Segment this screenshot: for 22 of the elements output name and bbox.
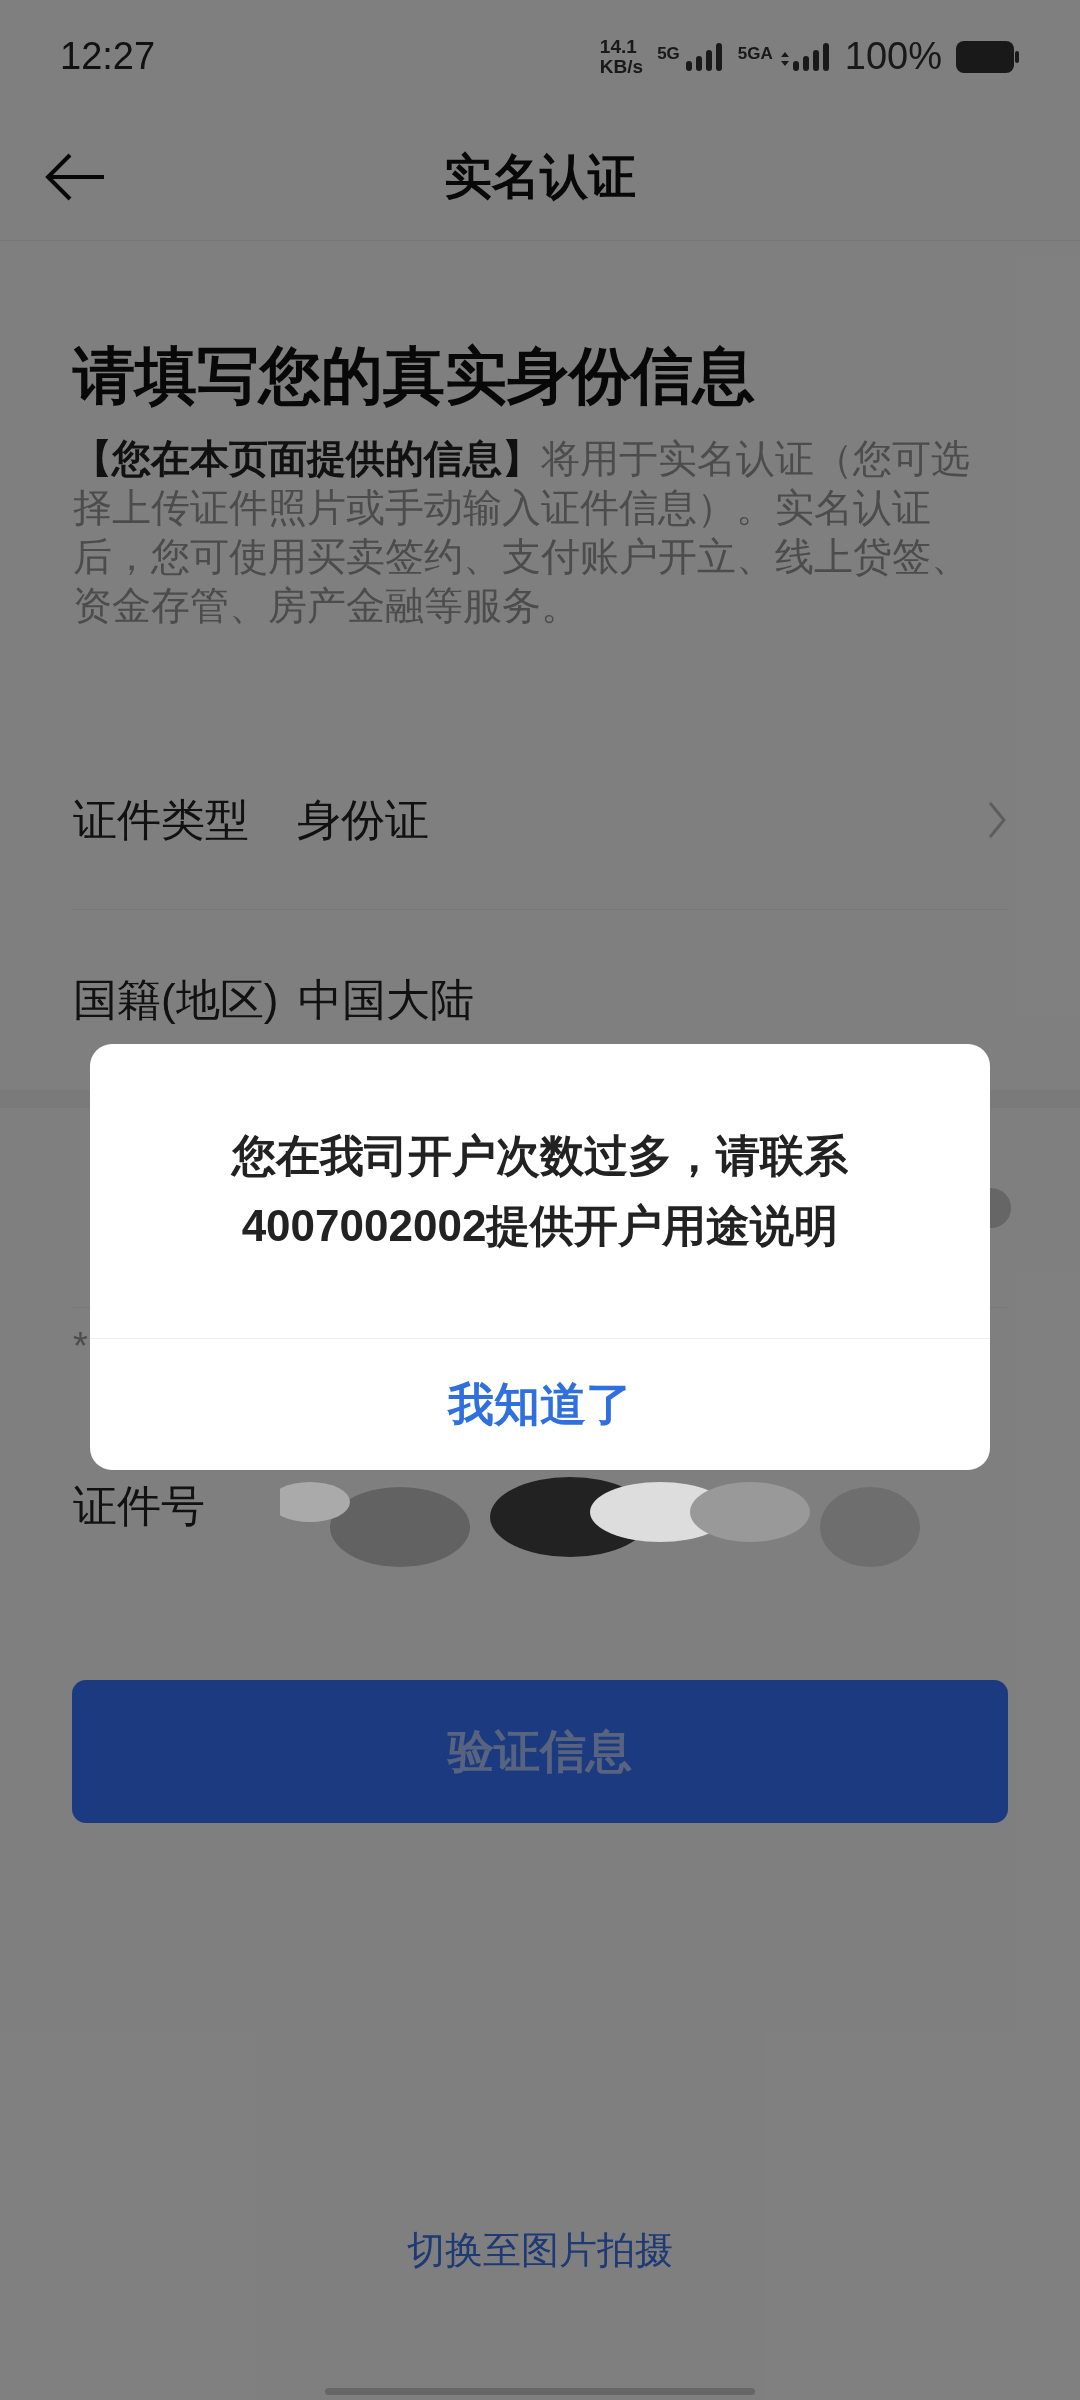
field-label: 国籍(地区) — [73, 974, 279, 1026]
field-value: 中国大陆 — [298, 974, 475, 1026]
page-title: 实名认证 — [444, 148, 636, 205]
network-type: 5GA — [737, 42, 773, 65]
dialog-message: 您在我司开户次数过多，请联系4007002002提供开户用途说明 — [230, 1130, 849, 1252]
network-speed-unit: KB/s — [599, 56, 644, 77]
network-speed: 14.1 — [599, 36, 638, 57]
form-row[interactable]: 证件类型 身份证 — [73, 730, 1007, 910]
acknowledge-button[interactable]: 我知道了 — [90, 1339, 990, 1470]
field-value: 身份证 — [297, 793, 429, 846]
page-heading: 请填写您的真实身份信息 — [73, 340, 756, 412]
field-label: 证件号 — [73, 1480, 205, 1532]
network-type: 5G — [657, 42, 680, 65]
chevron-right-icon — [987, 799, 1007, 840]
status-time: 12:27 — [60, 34, 156, 79]
battery-icon — [956, 38, 1020, 75]
required-mark: * — [73, 1324, 89, 1369]
field-label: 证件类型 — [73, 793, 249, 846]
signal-icon — [683, 40, 724, 73]
battery-percent: 100% — [844, 34, 942, 79]
back-arrow-icon[interactable] — [44, 153, 106, 201]
switch-to-photo-link[interactable]: 切换至图片拍摄 — [0, 2222, 1080, 2279]
